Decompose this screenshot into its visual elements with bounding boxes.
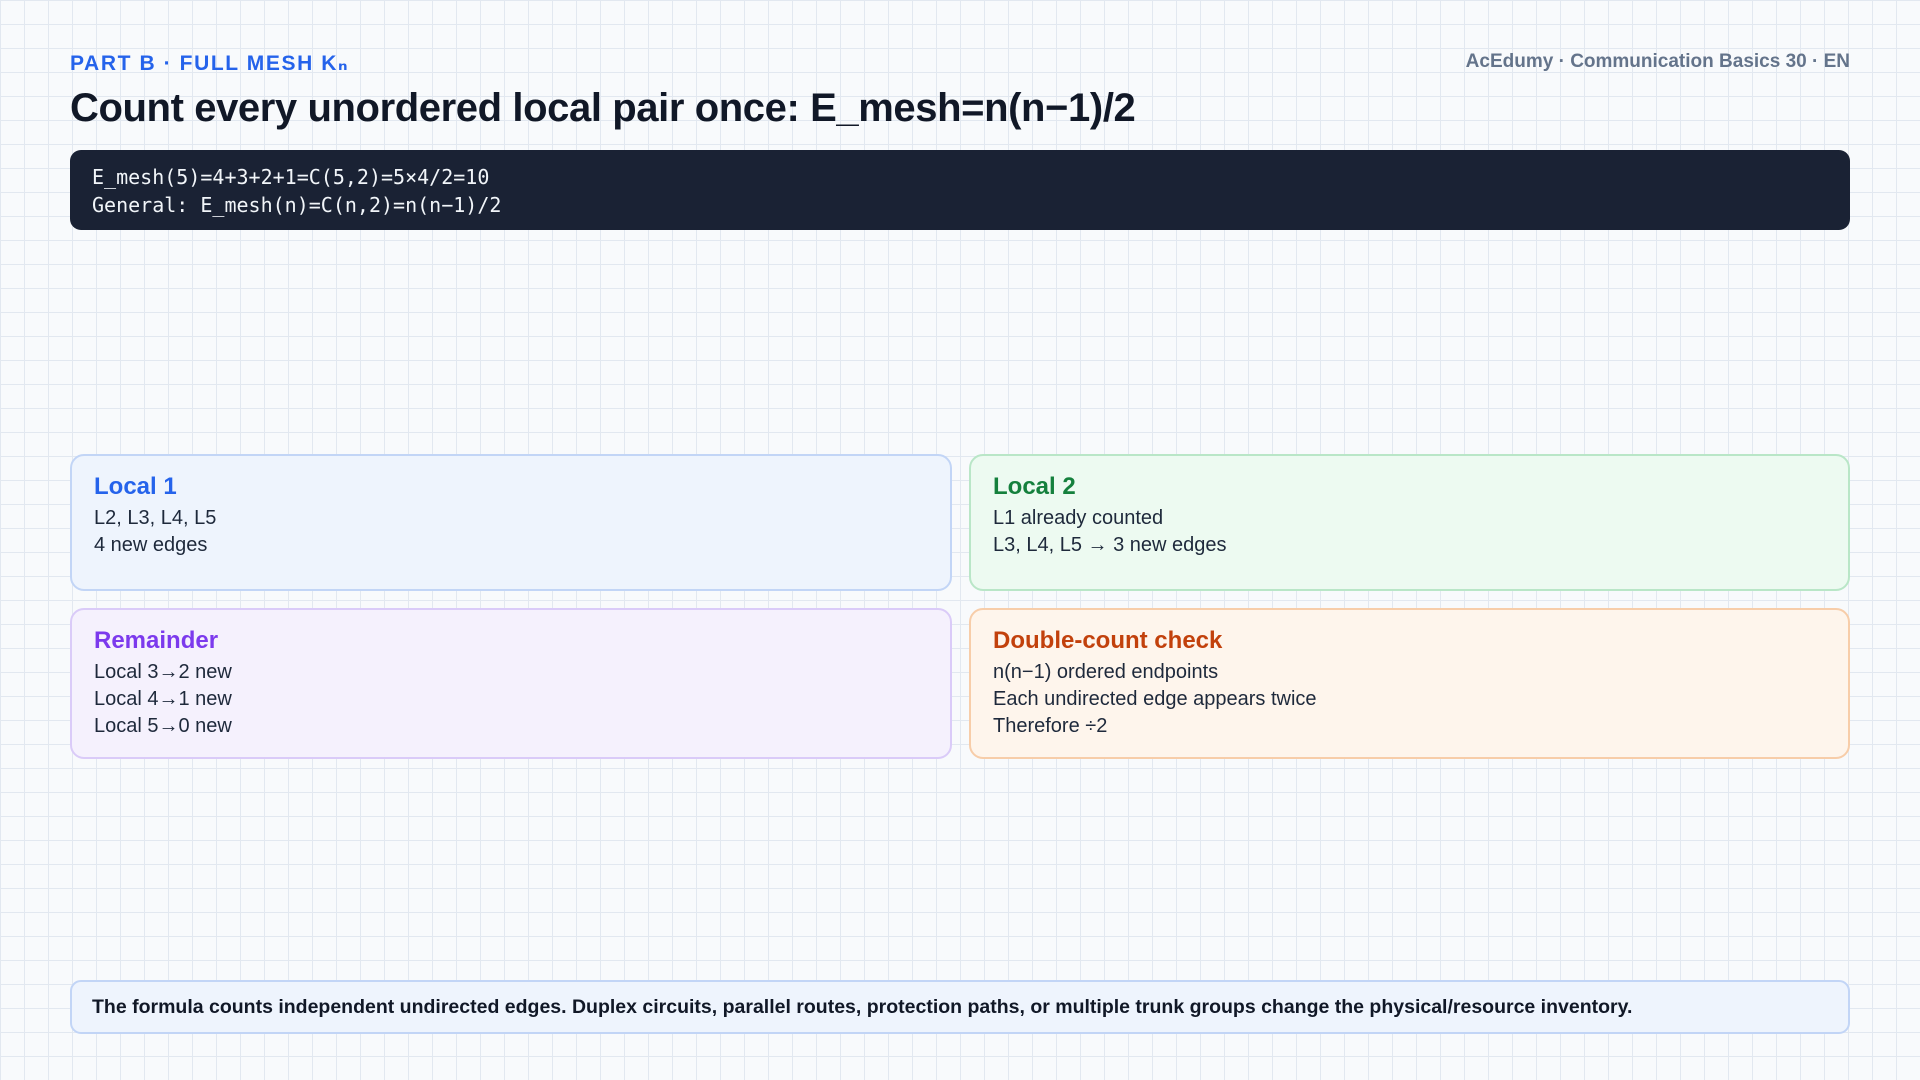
card-local-1-line: L2, L3, L4, L5 xyxy=(94,507,217,529)
card-local-1: Local 1 L2, L3, L4, L5 4 new edges xyxy=(70,454,952,591)
page-title: Count every unordered local pair once: E… xyxy=(70,86,1136,130)
card-local-1-line: 4 new edges xyxy=(94,534,208,556)
card-double-count-line: Therefore ÷2 xyxy=(993,715,1108,737)
card-double-count-title: Double-count check xyxy=(993,627,1223,654)
card-double-count-line: Each undirected edge appears twice xyxy=(993,688,1317,710)
formula-line-example: E_mesh(5)=4+3+2+1=C(5,2)=5×4/2=10 xyxy=(92,165,490,189)
section-kicker: PART B · FULL MESH Kₙ xyxy=(70,52,350,75)
formula-line-general: General: E_mesh(n)=C(n,2)=n(n−1)/2 xyxy=(92,193,502,217)
card-local-2-line: L1 already counted xyxy=(993,507,1164,529)
card-local-1-title: Local 1 xyxy=(94,473,177,500)
card-remainder-line: Local 4→1 new xyxy=(94,688,232,710)
card-remainder-line: Local 3→2 new xyxy=(94,661,232,683)
card-remainder-title: Remainder xyxy=(94,627,219,654)
course-brand: AcEdumy · Communication Basics 30 · EN xyxy=(1465,51,1850,72)
card-local-2-line: L3, L4, L5 → 3 new edges xyxy=(993,534,1227,556)
card-remainder-line: Local 5→0 new xyxy=(94,715,232,737)
card-remainder: Remainder Local 3→2 new Local 4→1 new Lo… xyxy=(70,608,952,759)
card-local-2: Local 2 L1 already counted L3, L4, L5 → … xyxy=(969,454,1850,591)
card-local-2-title: Local 2 xyxy=(993,473,1076,500)
card-double-count-check: Double-count check n(n−1) ordered endpoi… xyxy=(969,608,1850,759)
footer-note: The formula counts independent undirecte… xyxy=(70,980,1850,1034)
card-double-count-line: n(n−1) ordered endpoints xyxy=(993,661,1219,683)
formula-panel: E_mesh(5)=4+3+2+1=C(5,2)=5×4/2=10 Genera… xyxy=(70,150,1850,230)
